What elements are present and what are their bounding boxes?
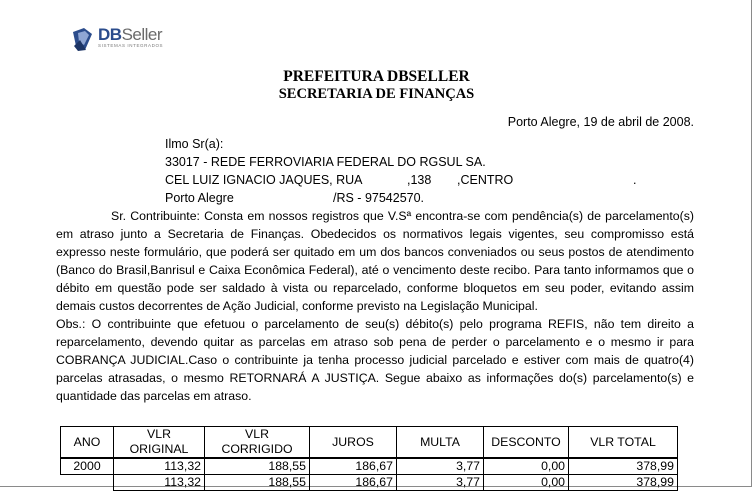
street-address: CEL LUIZ IGNACIO JAQUES, RUA bbox=[165, 173, 363, 187]
total-vlr-total: 378,99 bbox=[568, 474, 678, 491]
cell-ano: 2000 bbox=[60, 457, 114, 475]
totals-row: 113,32 188,55 186,67 3,77 0,00 378,99 bbox=[61, 474, 678, 491]
col-ano: ANO bbox=[60, 426, 114, 459]
recipient-name: 33017 - REDE FERROVIARIA FEDERAL DO RGSU… bbox=[165, 155, 486, 169]
total-juros: 186,67 bbox=[309, 474, 397, 491]
city: Porto Alegre bbox=[165, 191, 234, 205]
date-line: Porto Alegre, 19 de abril de 2008. bbox=[507, 115, 694, 129]
total-vlr-corrigido: 188,55 bbox=[204, 474, 310, 491]
cell-vlr-corrigido: 188,55 bbox=[204, 457, 310, 475]
notice-body: Sr. Contribuinte: Consta em nossos regis… bbox=[56, 207, 694, 405]
observation-paragraph: Obs.: O contribuinte que efetuou o parce… bbox=[56, 317, 694, 403]
district-end: . bbox=[633, 173, 637, 187]
cell-desconto: 0,00 bbox=[483, 457, 569, 475]
col-juros: JUROS bbox=[309, 426, 397, 459]
col-multa: MULTA bbox=[396, 426, 484, 459]
table-header-row: ANO VLR ORIGINAL VLR CORRIGIDO JUROS MUL… bbox=[60, 426, 678, 459]
logo-tagline: SISTEMAS INTEGRADOS bbox=[98, 43, 164, 48]
cell-juros: 186,67 bbox=[309, 457, 397, 475]
notice-paragraph: Sr. Contribuinte: Consta em nossos regis… bbox=[56, 209, 694, 313]
col-desconto: DESCONTO bbox=[483, 426, 569, 459]
page-subtitle: SECRETARIA DE FINANÇAS bbox=[278, 86, 475, 102]
dbseller-logo: DBSeller SISTEMAS INTEGRADOS bbox=[70, 26, 163, 52]
district: ,CENTRO bbox=[457, 173, 514, 187]
cell-vlr-original: 113,32 bbox=[113, 457, 205, 475]
total-multa: 3,77 bbox=[396, 474, 484, 491]
state-zip: /RS - 97542570. bbox=[333, 191, 425, 205]
totals-spacer bbox=[61, 475, 114, 491]
cell-vlr-total: 378,99 bbox=[568, 457, 678, 475]
logo-name: DBSeller bbox=[98, 25, 163, 44]
installments-table: ANO VLR ORIGINAL VLR CORRIGIDO JUROS MUL… bbox=[60, 426, 678, 491]
cell-multa: 3,77 bbox=[396, 457, 484, 475]
col-vlr-corrigido: VLR CORRIGIDO bbox=[204, 426, 310, 459]
street-number: ,138 bbox=[407, 173, 432, 187]
total-desconto: 0,00 bbox=[483, 474, 569, 491]
table-row: 2000 113,32 188,55 186,67 3,77 0,00 378,… bbox=[60, 457, 678, 475]
col-vlr-total: VLR TOTAL bbox=[568, 426, 678, 459]
page-title: PREFEITURA DBSELLER bbox=[283, 68, 470, 85]
salutation: Ilmo Sr(a): bbox=[165, 137, 224, 151]
logo-mark-icon bbox=[73, 28, 92, 51]
total-vlr-original: 113,32 bbox=[113, 474, 205, 491]
col-vlr-original: VLR ORIGINAL bbox=[113, 426, 205, 459]
